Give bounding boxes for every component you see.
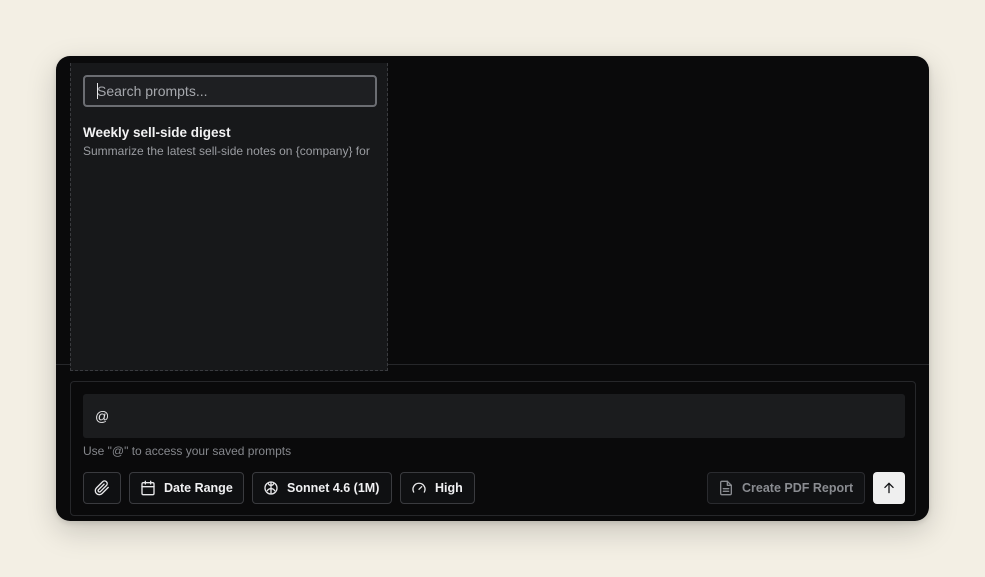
date-range-button[interactable]: Date Range [129, 472, 244, 504]
message-input[interactable] [83, 394, 905, 438]
create-pdf-report-button[interactable]: Create PDF Report [707, 472, 865, 504]
date-range-label: Date Range [164, 481, 233, 495]
message-composer: Use "@" to access your saved prompts Dat… [70, 381, 916, 516]
calendar-icon [141, 480, 155, 496]
prompt-title: Weekly sell-side digest [83, 125, 231, 140]
attach-button[interactable] [83, 472, 121, 504]
saved-prompts-popover: Weekly sell-side digest Summarize the la… [70, 63, 388, 371]
arrow-up-icon [884, 482, 894, 494]
send-button[interactable] [873, 472, 905, 504]
prompt-list-item[interactable]: Weekly sell-side digest Summarize the la… [83, 125, 387, 165]
effort-level-button[interactable]: High [400, 472, 475, 504]
paperclip-icon [94, 480, 109, 496]
model-label: Sonnet 4.6 (1M) [287, 481, 380, 495]
prompt-search-input[interactable] [83, 75, 377, 107]
prompt-description: Summarize the latest sell-side notes on … [83, 144, 370, 158]
gauge-icon [412, 482, 426, 493]
effort-label: High [435, 481, 463, 495]
app-window: Weekly sell-side digest Summarize the la… [56, 56, 929, 521]
model-selector-button[interactable]: Sonnet 4.6 (1M) [252, 472, 392, 504]
pdf-report-label: Create PDF Report [742, 481, 854, 495]
document-icon [720, 480, 732, 496]
brain-icon [264, 481, 278, 495]
composer-hint: Use "@" to access your saved prompts [83, 444, 292, 458]
